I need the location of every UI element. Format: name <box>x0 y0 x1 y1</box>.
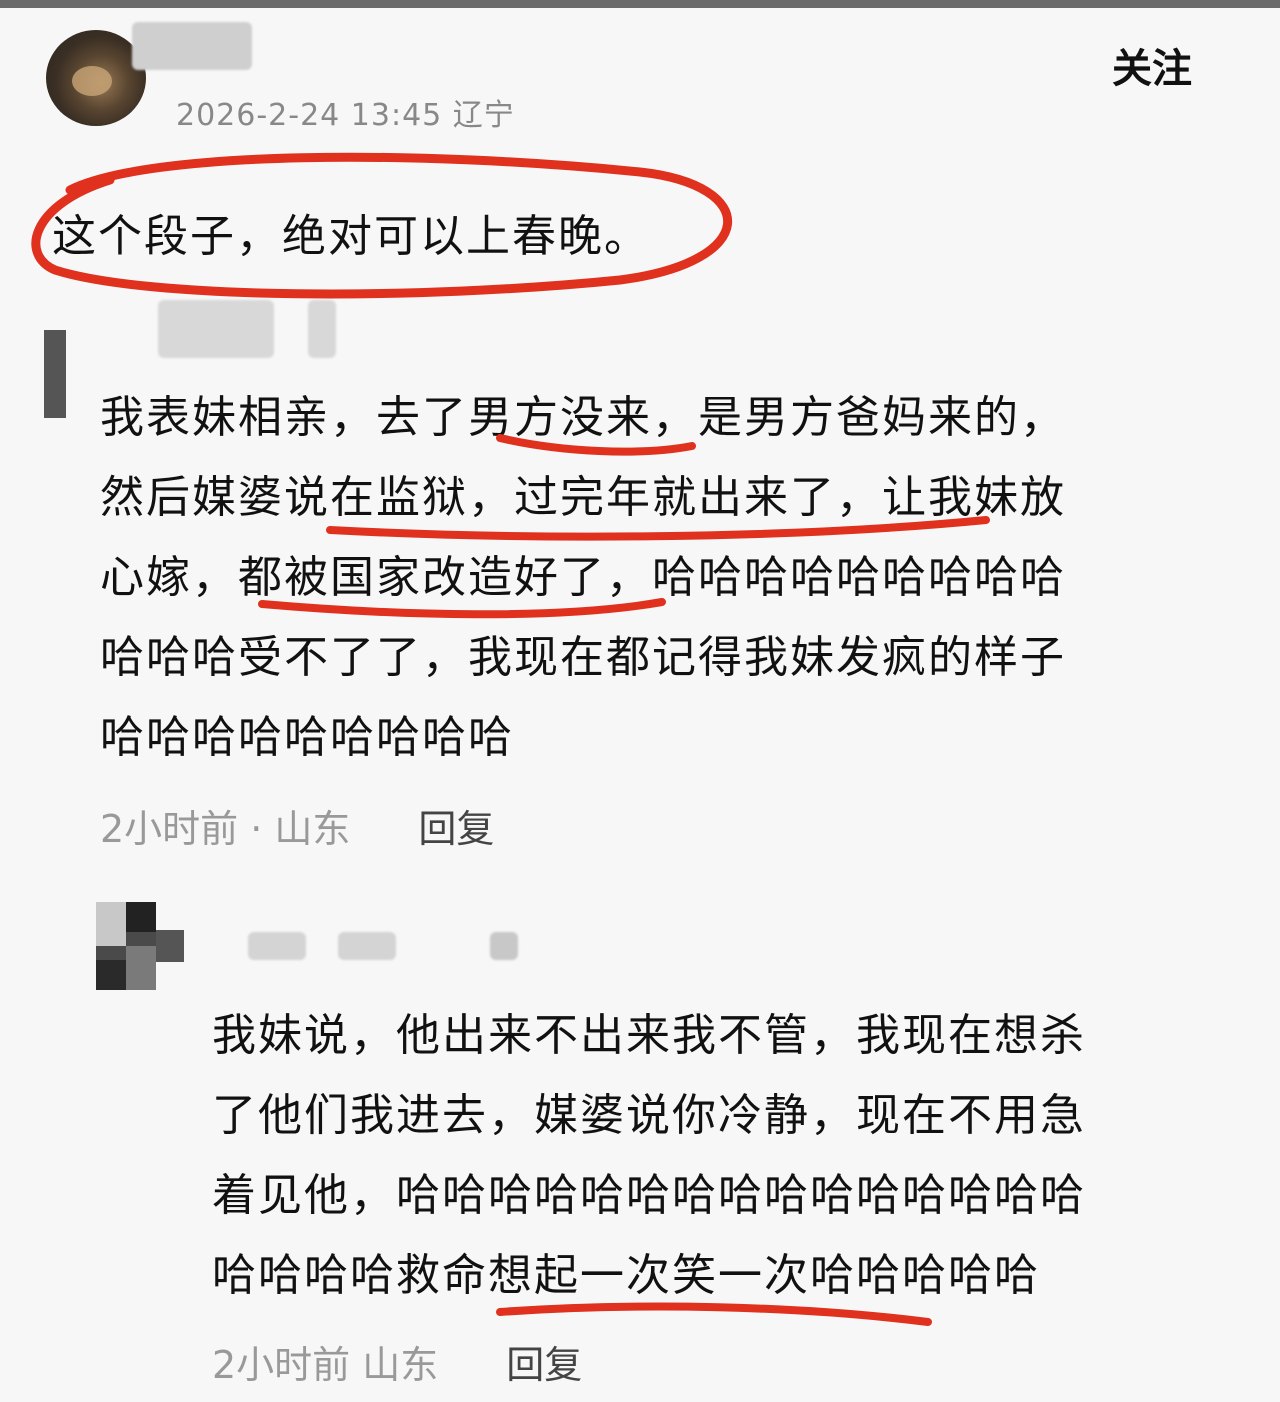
reply-button[interactable]: 回复 <box>506 1343 582 1387</box>
reply-body: 我妹说，他出来不出来我不管，我现在想杀 了他们我进去，媒婆说你冷静，现在不用急 … <box>212 996 1086 1316</box>
username[interactable] <box>176 34 192 80</box>
comment-line: 哈哈哈哈哈哈哈哈哈 <box>100 712 514 763</box>
reply-name-redaction <box>490 932 518 960</box>
comment-body: 我表妹相亲，去了男方没来，是男方爸妈来的， 然后媒婆说在监狱，过完年就出来了，让… <box>100 378 1066 778</box>
reply-meta: 2小时前 山东 回复 <box>212 1334 582 1389</box>
avatar[interactable] <box>46 30 146 126</box>
comment-line: 我妹说，他出来不出来我不管，我现在想杀 <box>212 1010 1086 1061</box>
comment-line: 哈哈哈哈救命想起一次笑一次哈哈哈哈哈 <box>212 1250 1040 1301</box>
reply-name-redaction <box>338 932 396 960</box>
top-edge-bar <box>0 0 1280 8</box>
comment-line: 我表妹相亲，去了男方没来，是男方爸妈来的， <box>100 392 1066 443</box>
reply-name-redaction <box>248 932 306 960</box>
comment-line: 了他们我进去，媒婆说你冷静，现在不用急 <box>212 1090 1086 1141</box>
comment-line: 心嫁，都被国家改造好了，哈哈哈哈哈哈哈哈哈 <box>100 552 1066 603</box>
commenter-name-redaction <box>158 300 274 358</box>
comment-time: 2小时前 山东 <box>212 1343 439 1387</box>
commenter-name-redaction <box>308 300 336 358</box>
comment-avatar[interactable] <box>44 330 66 418</box>
comment-line: 着见他，哈哈哈哈哈哈哈哈哈哈哈哈哈哈哈 <box>212 1170 1086 1221</box>
comment-time: 2小时前 · 山东 <box>100 807 351 851</box>
follow-button[interactable]: 关注 <box>1112 36 1192 94</box>
post-text: 这个段子，绝对可以上春晚。 <box>52 211 650 262</box>
comment-meta: 2小时前 · 山东 回复 <box>100 798 494 853</box>
comment-line: 哈哈哈受不了了，我现在都记得我妹发疯的样子 <box>100 632 1066 683</box>
comment-line: 然后媒婆说在监狱，过完年就出来了，让我妹放 <box>100 472 1066 523</box>
username-redaction <box>132 22 252 70</box>
post-meta: 2026-2-24 13:45 辽宁 <box>176 98 515 133</box>
reply-button[interactable]: 回复 <box>418 807 494 851</box>
